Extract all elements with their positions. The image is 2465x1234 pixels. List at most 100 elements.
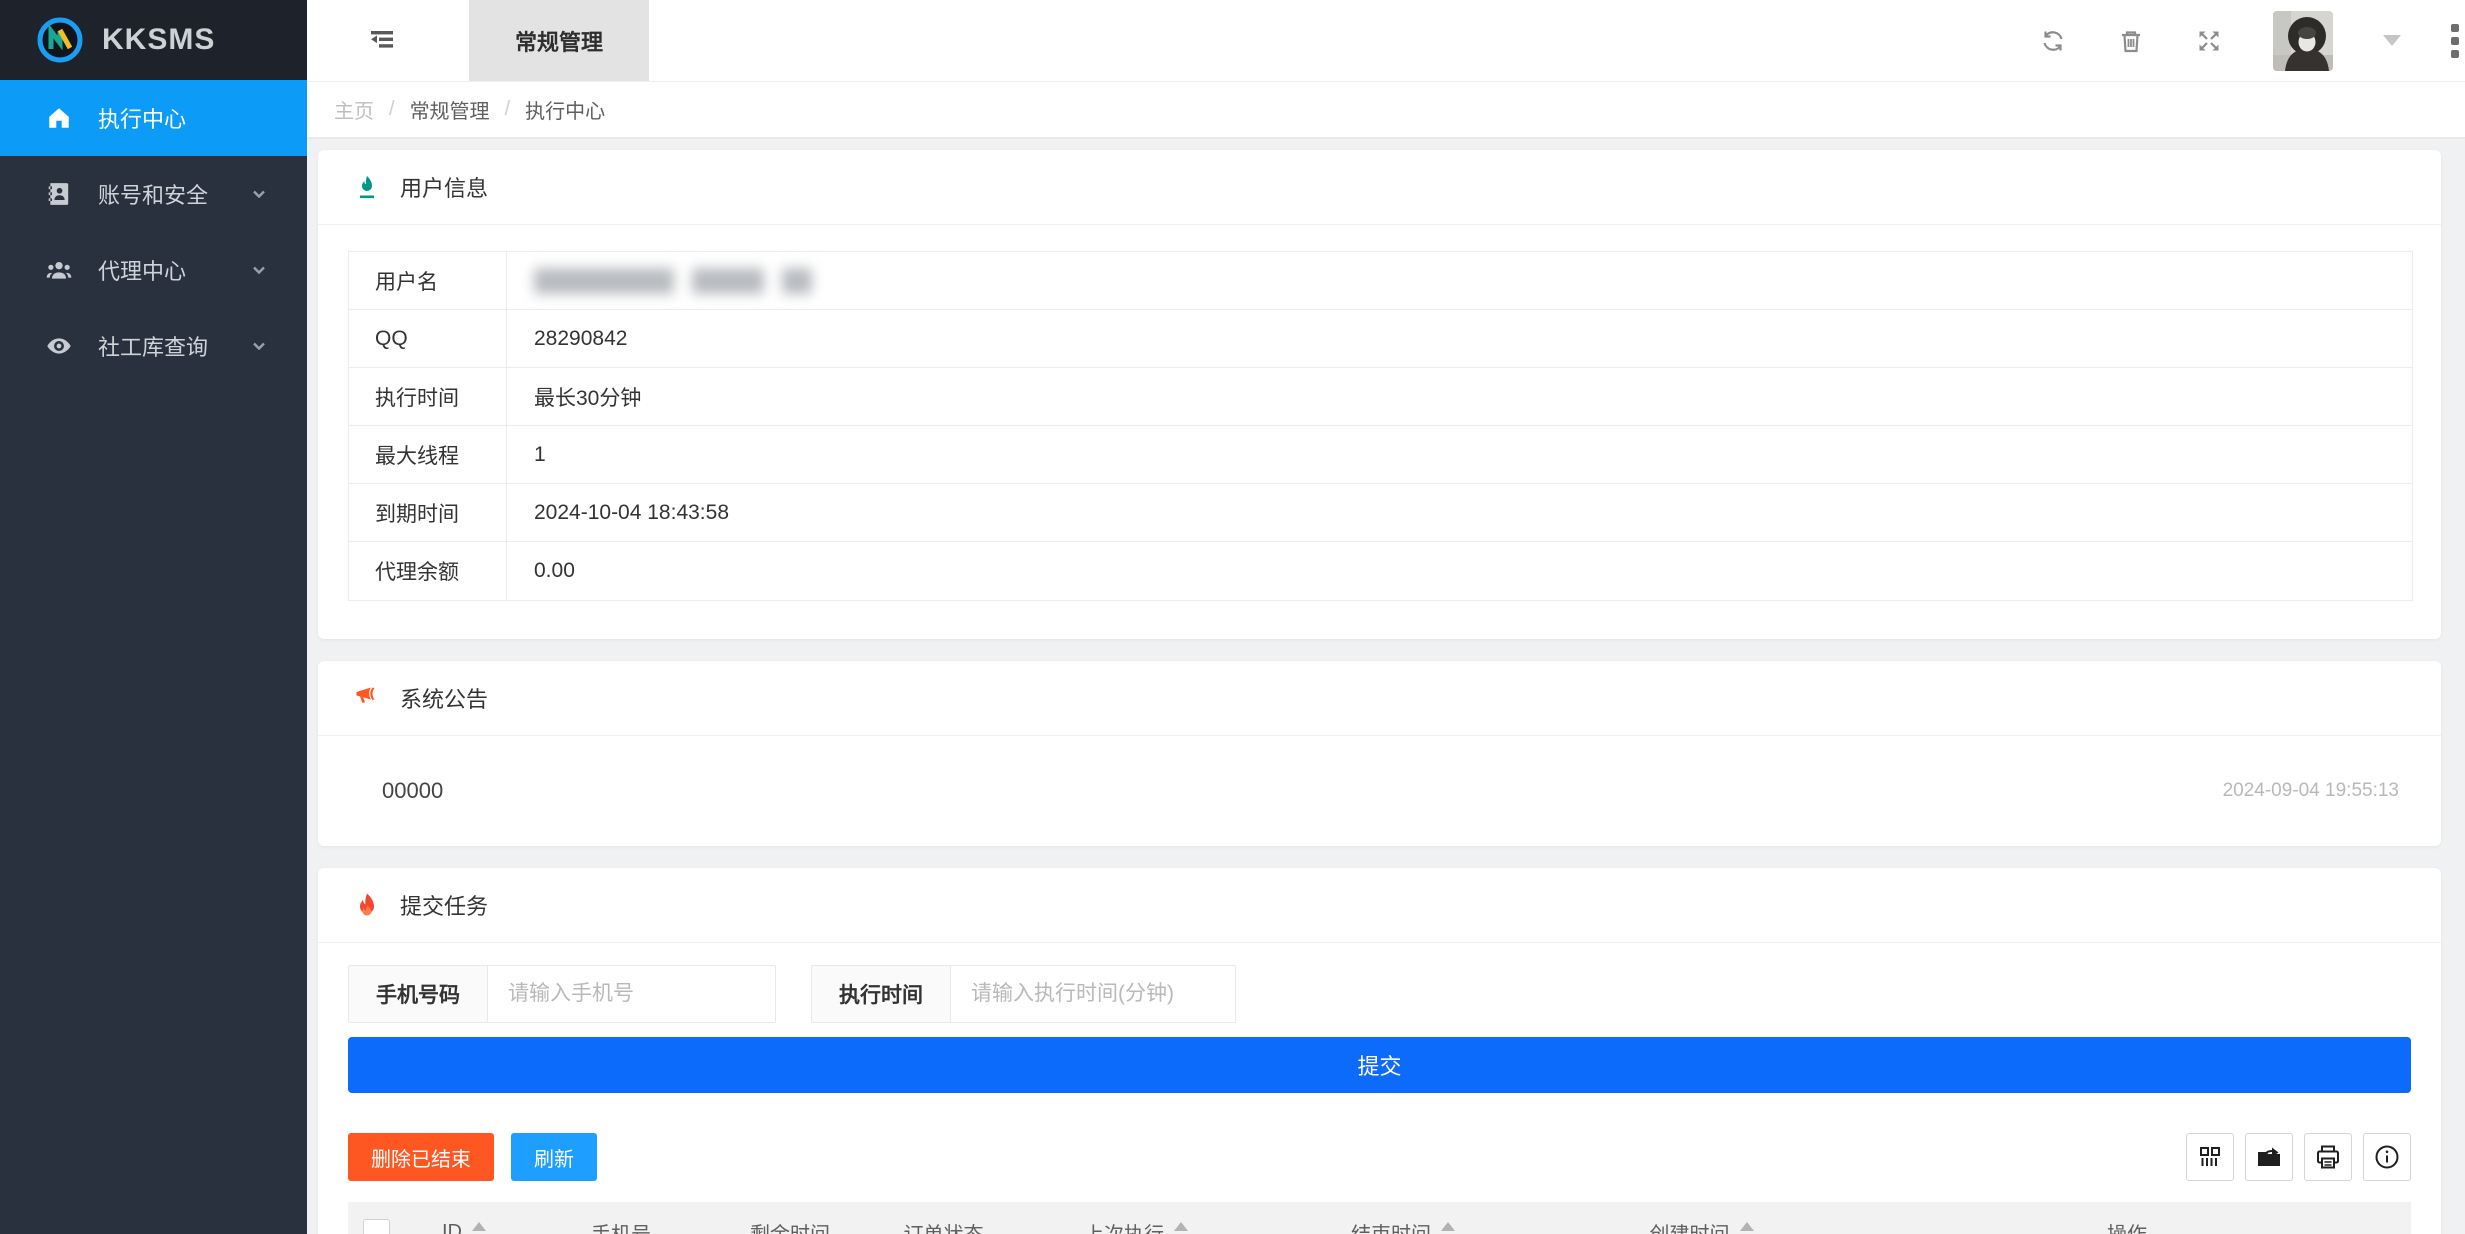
- column-header-last-run[interactable]: 上次执行: [1026, 1202, 1246, 1234]
- user-info-title: 用户信息: [400, 171, 488, 203]
- sidebar-item-sgk-query[interactable]: 社工库查询: [0, 308, 307, 384]
- avatar[interactable]: [2273, 11, 2333, 71]
- delete-finished-button[interactable]: 删除已结束: [348, 1133, 494, 1181]
- sidebar-item-label: 账号和安全: [98, 178, 208, 210]
- topbar: 常规管理: [307, 0, 2465, 82]
- table-row: 执行时间 最长30分钟: [349, 368, 2412, 426]
- user-info-table: 用户名 QQ 28290842: [348, 251, 2413, 601]
- row-label: 到期时间: [349, 484, 507, 541]
- sidebar-item-label: 社工库查询: [98, 330, 208, 362]
- address-book-icon: [46, 181, 72, 207]
- row-label: 代理余额: [349, 542, 507, 600]
- refresh-icon[interactable]: [2039, 27, 2067, 55]
- sort-icon[interactable]: [1441, 1222, 1455, 1234]
- announcement-title: 系统公告: [400, 682, 488, 714]
- time-input-group: 执行时间: [811, 965, 1236, 1023]
- sidebar-item-account-security[interactable]: 账号和安全: [0, 156, 307, 232]
- phone-label: 手机号码: [349, 966, 488, 1022]
- sidebar: KKSMS 执行中心 账号和安全: [0, 0, 307, 1234]
- row-label: 执行时间: [349, 368, 507, 425]
- row-value: 2024-10-04 18:43:58: [507, 484, 729, 541]
- announcement-content: 00000: [382, 778, 443, 804]
- info-icon[interactable]: [2363, 1133, 2411, 1181]
- execution-time-input[interactable]: [951, 966, 1235, 1022]
- submit-task-header: 提交任务: [318, 868, 2441, 943]
- phone-input[interactable]: [488, 966, 775, 1022]
- eye-icon: [46, 333, 72, 359]
- tab-label: 常规管理: [515, 25, 603, 57]
- table-row: 代理余额 0.00: [349, 542, 2412, 600]
- announcement-card: 系统公告 00000 2024-09-04 19:55:13: [318, 661, 2441, 846]
- chevron-down-icon: [249, 260, 269, 280]
- table-row: 到期时间 2024-10-04 18:43:58: [349, 484, 2412, 542]
- submit-button[interactable]: 提交: [348, 1037, 2411, 1093]
- app-window: KKSMS 执行中心 账号和安全: [0, 0, 2465, 1234]
- brand-header: KKSMS: [0, 0, 307, 80]
- column-header-remaining: 剩余时间: [719, 1202, 861, 1234]
- row-label: 最大线程: [349, 426, 507, 483]
- submit-task-form: 手机号码 执行时间: [348, 965, 2411, 1023]
- row-value: 0.00: [507, 542, 575, 600]
- table-row: QQ 28290842: [349, 310, 2412, 368]
- select-all-checkbox[interactable]: [363, 1219, 390, 1234]
- column-header-phone: 手机号: [523, 1202, 719, 1234]
- collapse-menu-icon[interactable]: [367, 26, 397, 56]
- column-header-actions: 操作: [1843, 1202, 2411, 1234]
- time-label: 执行时间: [812, 966, 951, 1022]
- row-value: 28290842: [507, 310, 627, 367]
- table-toolbar: 删除已结束 刷新: [348, 1133, 2411, 1181]
- content: 用户信息 用户名: [307, 139, 2465, 1234]
- column-header-status: 订单状态: [861, 1202, 1026, 1234]
- fullscreen-icon[interactable]: [2195, 27, 2223, 55]
- announcement-body: 00000 2024-09-04 19:55:13: [318, 736, 2441, 846]
- user-info-header: 用户信息: [318, 150, 2441, 225]
- flame-red-icon: [354, 892, 380, 918]
- tab-general-management[interactable]: 常规管理: [469, 0, 649, 82]
- refresh-button[interactable]: 刷新: [511, 1133, 597, 1181]
- announcement-header: 系统公告: [318, 661, 2441, 736]
- flame-teal-icon: [354, 174, 380, 200]
- more-vertical-icon[interactable]: [2451, 24, 2465, 58]
- breadcrumb-separator: /: [505, 98, 511, 121]
- megaphone-icon: [354, 685, 380, 711]
- submit-task-card: 提交任务 手机号码 执行时间 提交 删除已结束 刷新: [318, 868, 2441, 1234]
- row-value: 1: [507, 426, 546, 483]
- sidebar-item-label: 执行中心: [98, 102, 186, 134]
- topbar-actions: [2039, 11, 2465, 71]
- user-info-card: 用户信息 用户名: [318, 150, 2441, 639]
- user-info-body: 用户名 QQ 28290842: [318, 225, 2441, 639]
- column-header-id[interactable]: ID: [405, 1202, 523, 1234]
- breadcrumb-section[interactable]: 常规管理: [410, 95, 490, 124]
- main-area: 常规管理 主页 / 常规管理: [307, 0, 2465, 1234]
- breadcrumb-home[interactable]: 主页: [334, 95, 374, 124]
- breadcrumb-page: 执行中心: [525, 95, 605, 124]
- task-table-header: ID 手机号 剩余时间 订单状态 上次执行: [348, 1202, 2411, 1234]
- sort-icon[interactable]: [1740, 1222, 1754, 1234]
- sort-icon[interactable]: [1174, 1222, 1188, 1234]
- chevron-down-icon: [249, 184, 269, 204]
- breadcrumb-separator: /: [389, 98, 395, 121]
- row-value: 最长30分钟: [507, 368, 641, 425]
- caret-down-icon[interactable]: [2383, 35, 2401, 46]
- column-header-created[interactable]: 创建时间: [1560, 1202, 1843, 1234]
- sidebar-item-execution-center[interactable]: 执行中心: [0, 80, 307, 156]
- table-row: 最大线程 1: [349, 426, 2412, 484]
- trash-icon[interactable]: [2117, 27, 2145, 55]
- row-label: 用户名: [349, 252, 507, 309]
- sort-icon[interactable]: [472, 1222, 486, 1234]
- sidebar-item-agent-center[interactable]: 代理中心: [0, 232, 307, 308]
- column-header-end-time[interactable]: 结束时间: [1246, 1202, 1560, 1234]
- users-icon: [46, 257, 72, 283]
- sidebar-menu: 执行中心 账号和安全 代理中心: [0, 80, 307, 384]
- header-cell: [348, 1202, 405, 1234]
- print-icon[interactable]: [2304, 1133, 2352, 1181]
- table-row: 用户名: [349, 252, 2412, 310]
- brand-logo-icon: [36, 16, 84, 64]
- brand-name: KKSMS: [102, 23, 215, 57]
- columns-icon[interactable]: [2186, 1133, 2234, 1181]
- sidebar-item-label: 代理中心: [98, 254, 186, 286]
- export-icon[interactable]: [2245, 1133, 2293, 1181]
- row-label: QQ: [349, 310, 507, 367]
- breadcrumb: 主页 / 常规管理 / 执行中心: [307, 82, 2465, 138]
- home-icon: [46, 105, 72, 131]
